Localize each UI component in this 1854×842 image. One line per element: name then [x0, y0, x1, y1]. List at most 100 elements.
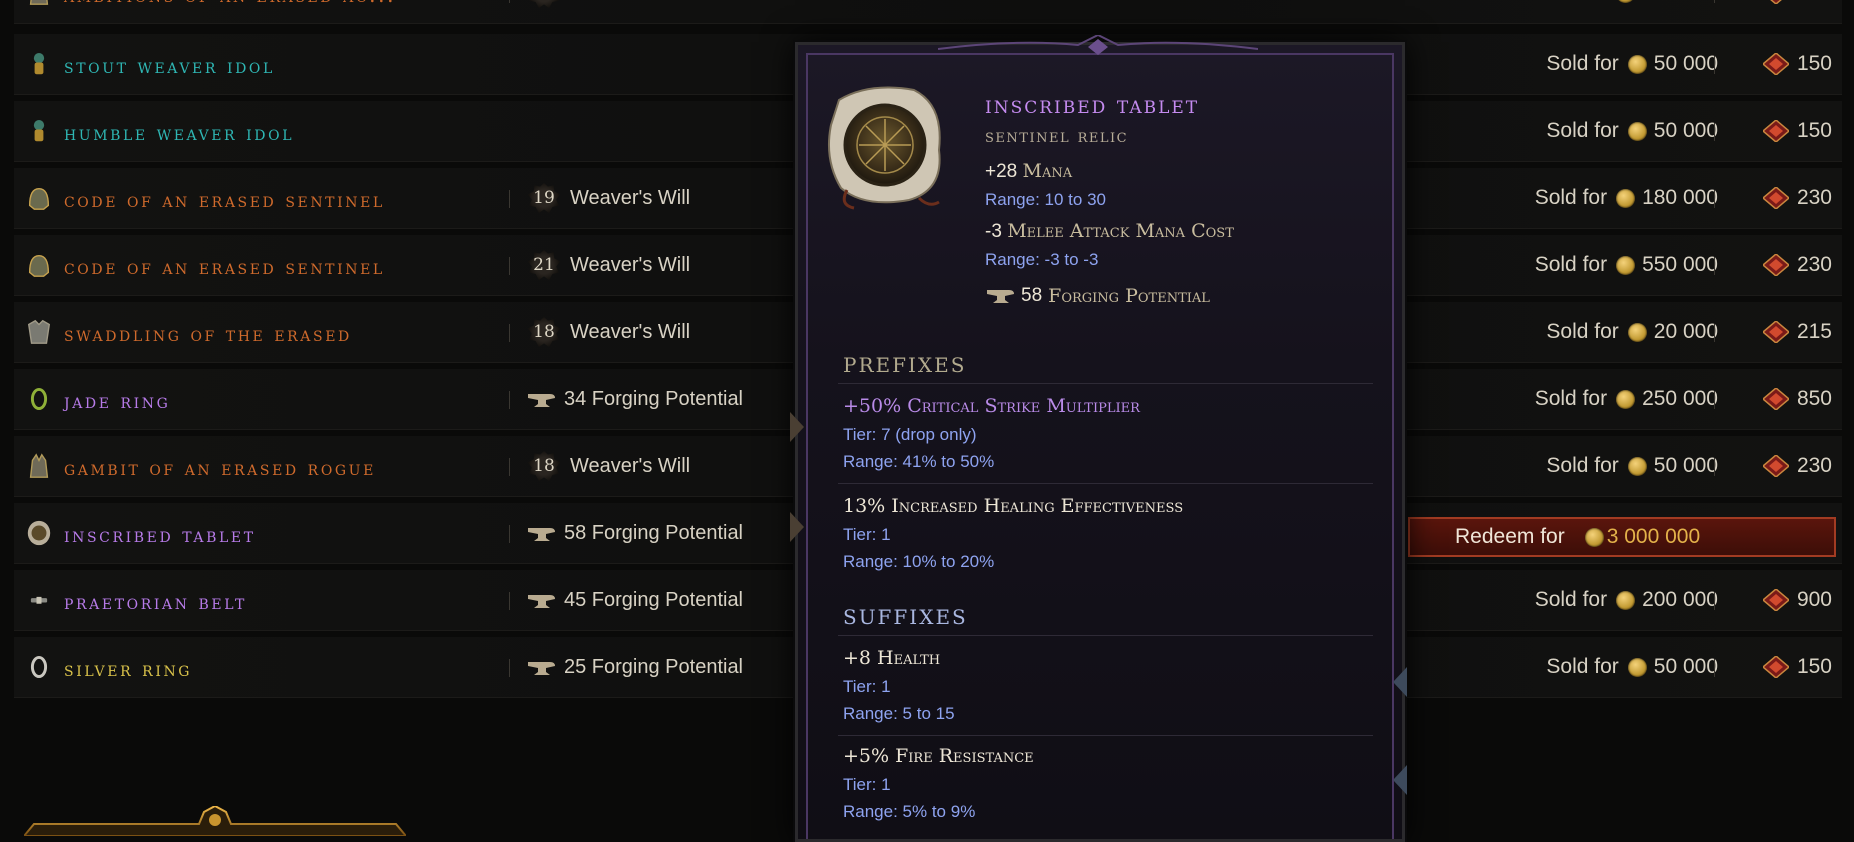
favor-gem-icon [1762, 120, 1789, 142]
favor-cost: 150 [1762, 52, 1832, 76]
divider [509, 458, 510, 476]
favor-value: 150 [1796, 119, 1832, 142]
divider [509, 592, 510, 610]
favor-cost: 900 [1762, 588, 1832, 612]
price-value: 200 000 [1642, 588, 1718, 611]
price-value: 150 000 [1642, 0, 1718, 5]
price-value: 550 000 [1642, 253, 1718, 276]
price-value: 180 000 [1642, 186, 1718, 209]
favor-cost: 850 [1762, 387, 1832, 411]
gold-coin-icon [1627, 322, 1647, 342]
implicit-mana-cost: -3 Melee Attack Mana Cost [985, 220, 1234, 243]
item-tooltip: Inscribed Tablet Sentinel Relic +28 Mana… [795, 35, 1405, 842]
redeem-button[interactable]: Redeem for 3 000 000 [1408, 517, 1836, 557]
item-property-text: 25 Forging Potential [564, 656, 744, 678]
item-property-text: Weaver's Will [570, 186, 691, 209]
gold-coin-icon [1616, 0, 1636, 3]
gloves-icon [24, 450, 54, 482]
tooltip-item-type: Sentinel Relic [985, 125, 1129, 147]
level-badge: 19 [528, 0, 560, 8]
tooltip-forging: 58 Forging Potential [985, 285, 1210, 307]
sell-price: Sold for 50 000 [1546, 655, 1718, 679]
item-name: Swaddling of the Erased [64, 322, 352, 346]
sell-price: Sold for 150 000 [1535, 0, 1718, 5]
anvil-icon [528, 393, 555, 407]
suffix-health-range: Range: 5 to 15 [843, 704, 955, 723]
banner-ornament-icon [24, 806, 406, 836]
tooltip-arrow-left-icon [790, 412, 804, 442]
divider [1714, 257, 1715, 275]
sell-price: Sold for 20 000 [1546, 320, 1718, 344]
gold-coin-icon [1616, 389, 1636, 409]
helmet-icon [24, 249, 54, 281]
divider [838, 635, 1373, 636]
item-property-text: Weaver's Will [570, 0, 690, 5]
item-property: 19 Weaver's Will [528, 0, 690, 8]
implicit-mana-stat: Mana [1022, 160, 1073, 182]
tooltip-forging-label: Forging Potential [1048, 285, 1210, 307]
favor-cost: 230 [1762, 454, 1832, 478]
idol-icon [24, 115, 54, 147]
item-property: 45 Forging Potential [526, 589, 743, 612]
favor-cost: 150 [1762, 655, 1832, 679]
divider [509, 391, 510, 409]
item-property: 58 Forging Potential [526, 522, 743, 545]
divider [1714, 391, 1715, 409]
gold-coin-icon [1616, 188, 1636, 208]
gold-coin-icon [1627, 121, 1647, 141]
favor-gem-icon [1762, 187, 1789, 209]
item-property-text: 45 Forging Potential [564, 589, 744, 611]
prefixes-heading: Prefixes [843, 353, 967, 377]
prefix-crit-tier: Tier: 7 (drop only) [843, 425, 977, 444]
gold-coin-icon [1627, 657, 1647, 677]
favor-gem-icon [1762, 388, 1789, 410]
sold-for-label: Sold for [1534, 588, 1608, 611]
prefix-healing-tier: Tier: 1 [843, 525, 891, 544]
favor-value: 230 [1796, 186, 1832, 209]
favor-gem-icon [1762, 589, 1789, 611]
suffixes-heading: Suffixes [843, 605, 968, 629]
divider [509, 0, 510, 3]
armor-icon [24, 316, 54, 348]
sell-price: Sold for 250 000 [1535, 387, 1718, 411]
sell-price: Sold for 180 000 [1535, 186, 1718, 210]
favor-value: 230 [1797, 0, 1832, 5]
level-badge: 19 [528, 183, 560, 213]
favor-gem-icon [1762, 656, 1789, 678]
sell-price: Sold for 50 000 [1546, 52, 1718, 76]
tooltip-forging-value: 58 [1021, 285, 1043, 306]
item-property: 19 Weaver's Will [528, 183, 690, 213]
divider [509, 525, 510, 543]
suffix-health-tier: Tier: 1 [843, 677, 891, 696]
sold-for-label: Sold for [1534, 186, 1608, 209]
sell-price: Sold for 50 000 [1546, 454, 1718, 478]
sold-for-label: Sold for [1534, 387, 1608, 410]
item-row[interactable]: Ambitions of an Erased Ac... 19 Weaver's W… [14, 0, 1842, 24]
item-property: 34 Forging Potential [526, 388, 743, 411]
divider [509, 324, 510, 342]
item-property-text: Weaver's Will [570, 320, 691, 343]
item-property-text: Weaver's Will [570, 253, 691, 276]
price-value: 50 000 [1653, 655, 1718, 678]
favor-cost: 230 [1763, 0, 1832, 5]
item-name: Ambitions of an Erased Ac... [64, 0, 396, 7]
favor-value: 215 [1796, 320, 1832, 343]
price-value: 50 000 [1653, 119, 1718, 142]
implicit-mana-cost-value: -3 [985, 221, 1002, 242]
favor-value: 850 [1796, 387, 1832, 410]
favor-value: 230 [1796, 454, 1832, 477]
divider [838, 383, 1373, 384]
divider [1714, 659, 1715, 677]
sold-for-label: Sold for [1546, 454, 1619, 477]
implicit-mana-cost-stat: Melee Attack Mana Cost [1007, 220, 1234, 242]
divider [1714, 190, 1715, 208]
divider [1714, 0, 1715, 3]
divider [1714, 324, 1715, 342]
sold-for-label: Sold for [1546, 320, 1619, 343]
item-name: Inscribed Tablet [64, 523, 256, 547]
divider [1714, 123, 1715, 141]
favor-cost: 230 [1762, 186, 1832, 210]
tooltip-item-name: Inscribed Tablet [985, 91, 1200, 119]
level-badge: 18 [528, 317, 560, 347]
favor-gem-icon [1762, 321, 1789, 343]
